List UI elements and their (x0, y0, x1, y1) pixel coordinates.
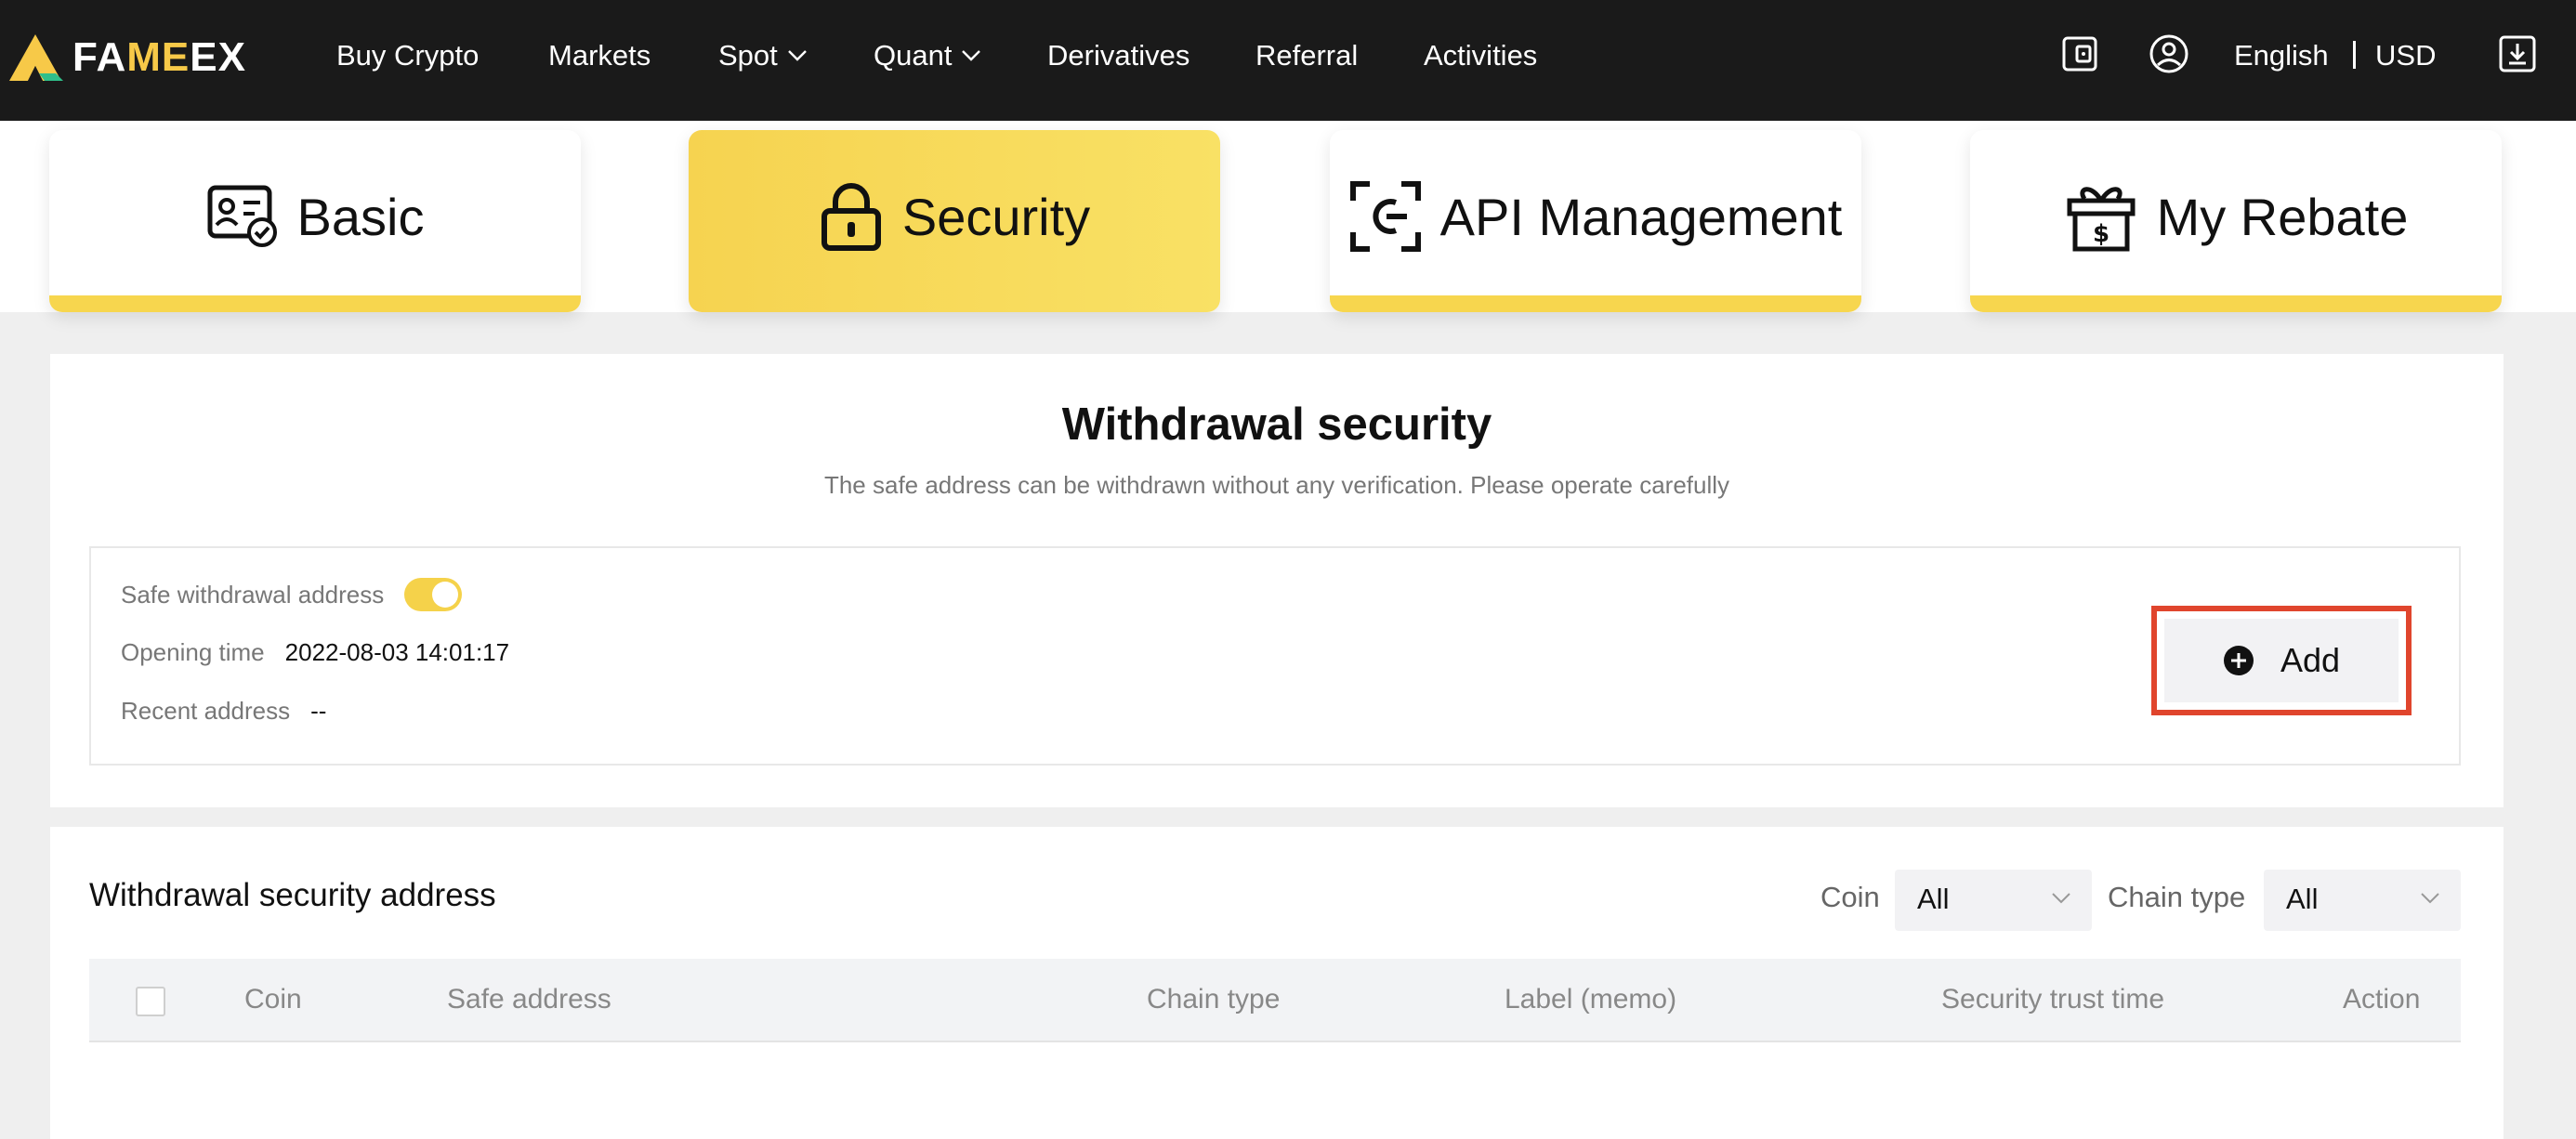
gift-icon: $ (2067, 187, 2136, 252)
table-header: Coin Safe address Chain type Label (memo… (89, 959, 2461, 1042)
id-card-icon (207, 185, 277, 247)
add-address-button[interactable]: Add (2164, 619, 2399, 702)
tab-basic-label: Basic (296, 187, 425, 246)
column-safe-address: Safe address (447, 984, 611, 1015)
user-icon[interactable] (2148, 33, 2190, 75)
nav-markets[interactable]: Markets (548, 33, 651, 78)
toggle-knob (432, 582, 459, 608)
coin-filter-select[interactable]: All (1895, 870, 2092, 931)
chain-type-filter-label: Chain type (2108, 881, 2246, 913)
api-icon (1349, 181, 1421, 252)
safe-address-row: Safe withdrawal address (121, 576, 463, 613)
fameex-logo[interactable]: FAMEEX (7, 32, 246, 84)
page-subtitle: The safe address can be withdrawn withou… (823, 471, 1730, 499)
plus-circle-icon (2223, 646, 2254, 675)
add-button-highlight: Add (2151, 606, 2412, 715)
lock-icon (821, 183, 881, 251)
nav-referral[interactable]: Referral (1255, 33, 1358, 78)
recent-address-row: Recent address -- (121, 692, 326, 729)
tab-my-rebate-label: My Rebate (2156, 187, 2409, 246)
nav-divider (2353, 41, 2356, 69)
add-button-label: Add (2280, 641, 2341, 679)
column-chain-type: Chain type (1147, 984, 1281, 1015)
recent-address-value: -- (310, 697, 327, 725)
opening-time-label: Opening time (121, 638, 265, 666)
tab-api-management-label: API Management (1439, 187, 1843, 246)
nav-quant[interactable]: Quant (874, 33, 981, 78)
top-nav: FAMEEX Buy Crypto Markets Spot Quant Der… (0, 0, 2576, 121)
download-icon[interactable] (2496, 33, 2539, 75)
tab-my-rebate[interactable]: $ My Rebate (1970, 130, 2502, 312)
security-address-panel: Withdrawal security address Coin All Cha… (50, 827, 2504, 1139)
currency-selector[interactable]: USD (2375, 33, 2436, 78)
section-title: Withdrawal security address (89, 877, 496, 913)
chevron-down-icon (962, 50, 981, 61)
column-label-memo: Label (memo) (1505, 984, 1677, 1015)
tab-api-management[interactable]: API Management (1330, 130, 1861, 312)
withdrawal-security-panel: Withdrawal security The safe address can… (50, 354, 2504, 807)
chevron-down-icon (2421, 893, 2439, 904)
coin-filter-label: Coin (1820, 881, 1880, 913)
tab-security[interactable]: Security (689, 130, 1220, 312)
column-security-trust-time: Security trust time (1941, 984, 2165, 1015)
opening-time-value: 2022-08-03 14:01:17 (284, 638, 510, 666)
safe-address-info-box: Safe withdrawal address Opening time 202… (89, 546, 2461, 766)
chain-type-filter-value: All (2286, 883, 2319, 915)
tab-basic[interactable]: Basic (49, 130, 581, 312)
chain-type-filter-select[interactable]: All (2264, 870, 2461, 931)
select-all-checkbox[interactable] (136, 987, 165, 1016)
logo-mark-icon (9, 34, 63, 81)
tab-security-label: Security (901, 187, 1091, 246)
nav-spot[interactable]: Spot (718, 33, 808, 78)
chevron-down-icon (2052, 893, 2070, 904)
page-title: Withdrawal security (1061, 399, 1492, 450)
column-coin: Coin (244, 984, 302, 1015)
language-selector[interactable]: English (2234, 33, 2329, 78)
coin-filter-value: All (1917, 883, 1950, 915)
logo-text: FAMEEX (72, 34, 246, 80)
svg-text:$: $ (2093, 220, 2109, 248)
safe-address-label: Safe withdrawal address (121, 581, 385, 609)
recent-address-label: Recent address (121, 697, 291, 725)
wallet-icon[interactable] (2058, 33, 2101, 75)
safe-address-toggle[interactable] (404, 578, 463, 611)
chevron-down-icon (787, 50, 807, 61)
nav-activities[interactable]: Activities (1424, 33, 1537, 78)
nav-buy-crypto[interactable]: Buy Crypto (336, 33, 479, 78)
nav-derivatives[interactable]: Derivatives (1047, 33, 1189, 78)
column-action: Action (2343, 984, 2421, 1015)
opening-time-row: Opening time 2022-08-03 14:01:17 (121, 634, 509, 671)
